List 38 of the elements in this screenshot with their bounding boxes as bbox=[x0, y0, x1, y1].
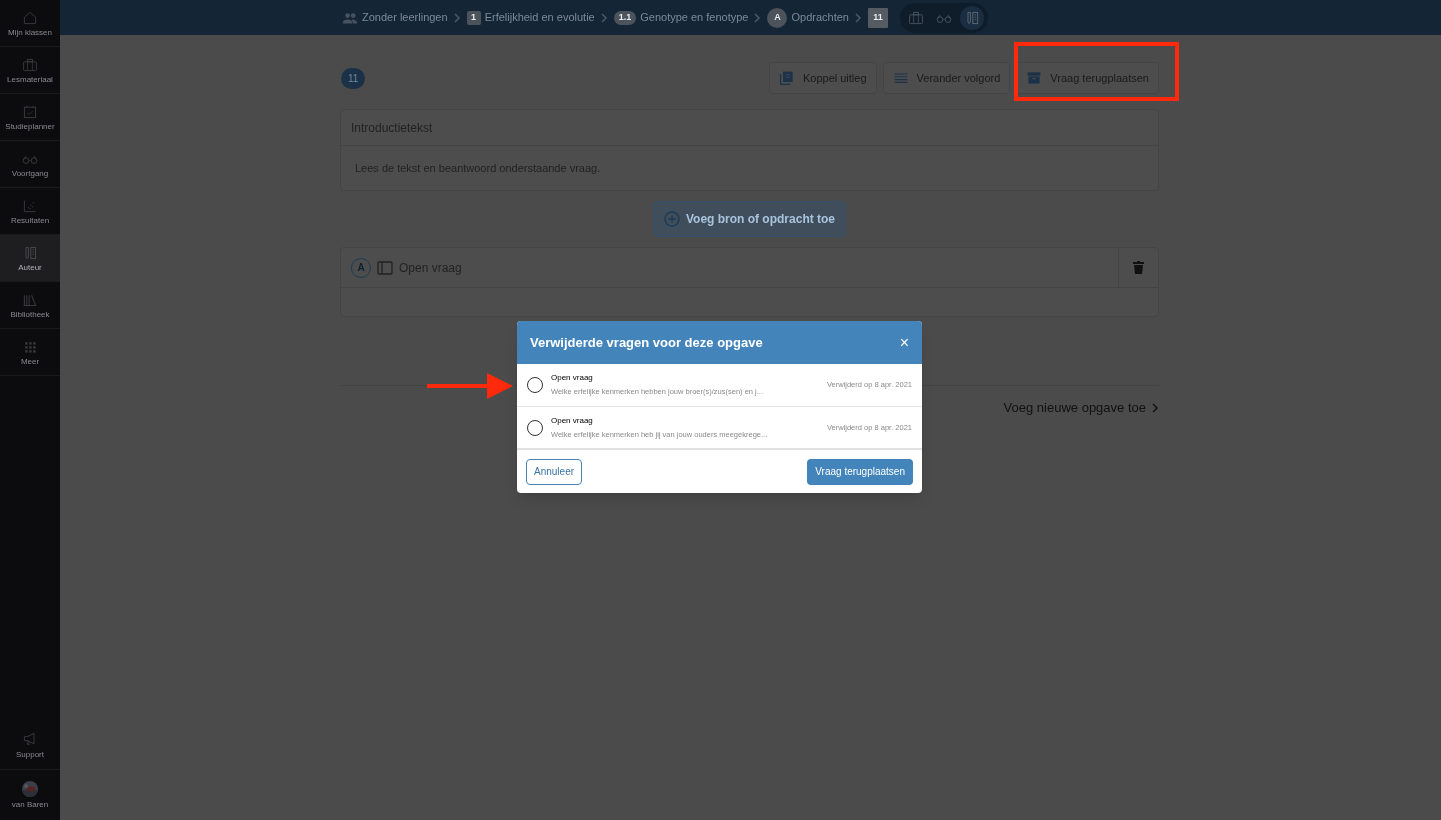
house-icon bbox=[22, 9, 38, 26]
archive-box-icon bbox=[1026, 70, 1043, 86]
chevron-icon bbox=[754, 12, 762, 23]
item-title: Open vraag bbox=[551, 372, 594, 385]
level-badge: A bbox=[767, 7, 788, 28]
book-ruler-icon bbox=[22, 244, 38, 261]
megaphone-icon bbox=[22, 730, 38, 747]
breadcrumb-link[interactable]: Zonder leerlingen bbox=[362, 9, 448, 26]
close-button[interactable]: × bbox=[899, 334, 909, 351]
level-badge: 1 bbox=[466, 10, 481, 25]
count-badge: 11 bbox=[341, 67, 366, 89]
breadcrumb-link[interactable]: Erfelijkheid en evolutie bbox=[484, 9, 595, 26]
chevron-icon bbox=[600, 12, 608, 23]
calendar-icon bbox=[22, 103, 38, 120]
list-icon bbox=[892, 70, 909, 86]
level-badge: 1.1 bbox=[613, 10, 637, 25]
sidebar-item[interactable]: Support bbox=[0, 720, 60, 770]
breadcrumb-link[interactable]: Genotype en fenotype bbox=[640, 9, 749, 26]
scatter-chart-icon bbox=[22, 197, 38, 214]
book-icon bbox=[778, 70, 795, 86]
chevron-icon bbox=[453, 12, 461, 23]
trash-icon[interactable] bbox=[1133, 261, 1144, 274]
briefcase-icon bbox=[907, 9, 924, 26]
chevron-icon bbox=[854, 12, 862, 23]
cancel-button[interactable]: Annuleer bbox=[526, 458, 583, 485]
add-source-button[interactable]: Voeg bron of opdracht toe bbox=[652, 201, 847, 237]
text-field-icon bbox=[377, 260, 393, 275]
page-badge: 11 bbox=[867, 7, 888, 28]
sidebar-item[interactable]: van Baren bbox=[0, 770, 60, 820]
chevron-icon bbox=[1152, 402, 1159, 413]
briefcase-icon bbox=[22, 56, 38, 73]
dialog-title: Verwijderde vragen voor deze opgave bbox=[530, 333, 763, 352]
item-title: Open vraag bbox=[551, 414, 594, 427]
restore-button[interactable]: Vraag terugplaatsen bbox=[807, 458, 913, 485]
sidebar-item[interactable]: Auteur bbox=[0, 235, 60, 282]
view-toggle[interactable] bbox=[959, 5, 984, 30]
plus-circle-icon bbox=[663, 211, 680, 227]
breadcrumb-link[interactable]: Opdrachten bbox=[791, 9, 849, 26]
